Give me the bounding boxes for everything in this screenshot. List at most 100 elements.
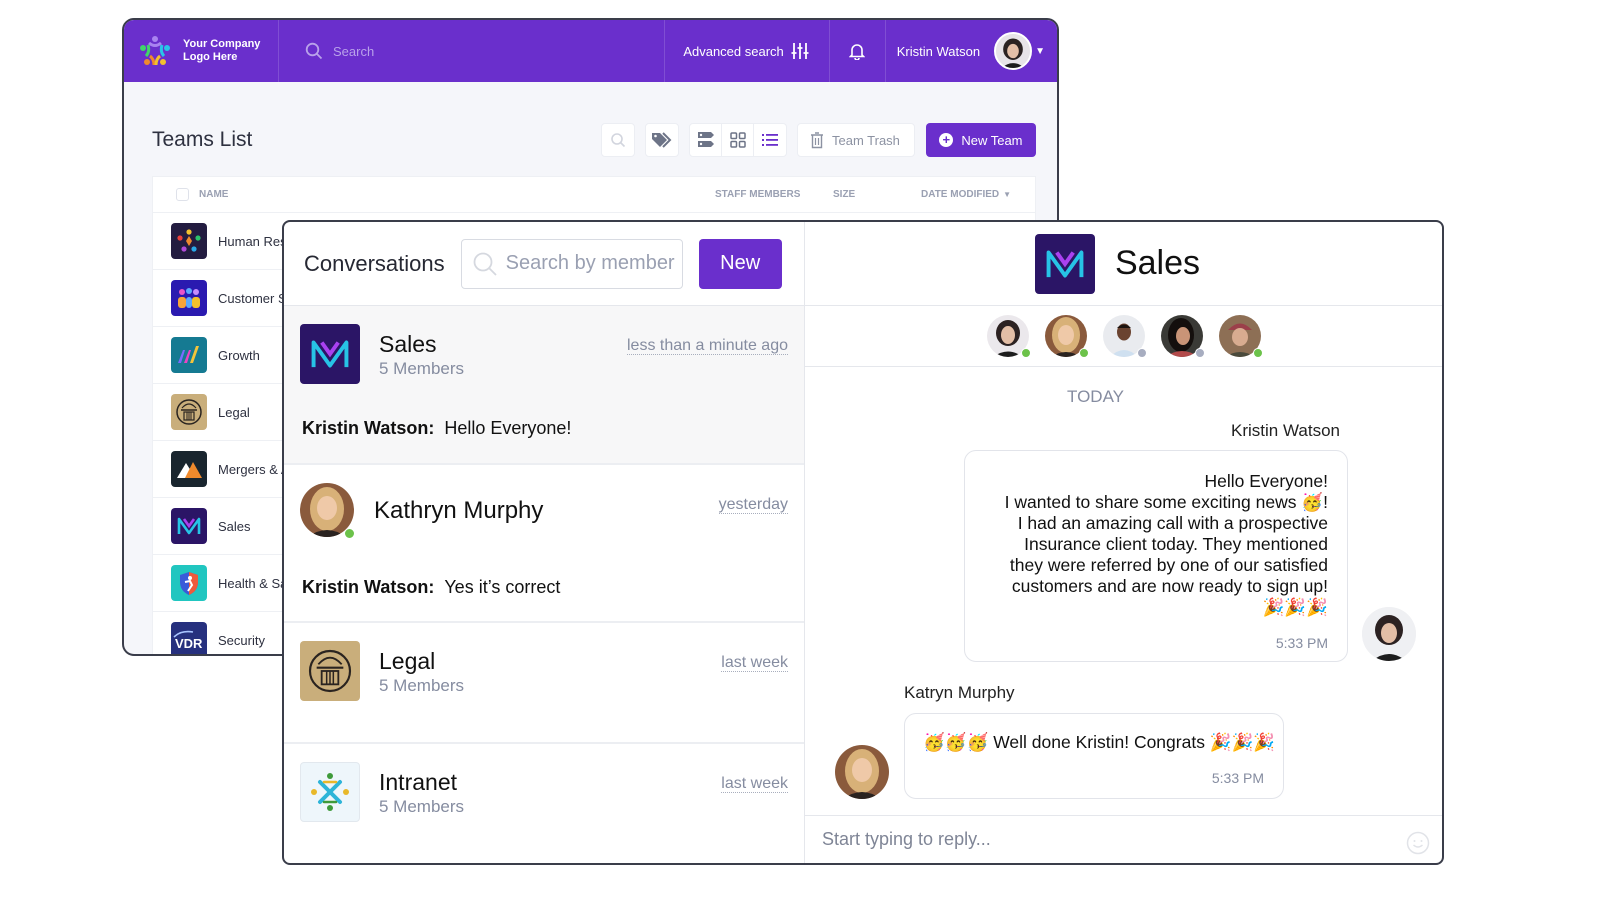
conversation-item-sales[interactable]: Sales 5 Members less than a minute ago K… — [284, 306, 804, 465]
message-sender: Kristin Watson — [1231, 421, 1340, 440]
sender-avatar — [1362, 607, 1416, 661]
svg-text:VDR: VDR — [175, 636, 203, 651]
select-all-checkbox[interactable] — [176, 188, 189, 201]
member-status-dot — [1078, 348, 1089, 358]
sales-m-logo-icon — [171, 508, 207, 544]
day-separator: TODAY — [1067, 387, 1124, 406]
grid-icon — [729, 132, 746, 148]
preview-author: Kristin Watson: — [302, 577, 435, 597]
team-name: Sales — [218, 518, 251, 534]
message-text: Hello Everyone! I wanted to share some e… — [1004, 471, 1328, 617]
tags-button[interactable] — [645, 123, 679, 157]
conversations-sidebar: Conversations New Sales 5 Members less t… — [284, 222, 805, 863]
conversation-timestamp: yesterday — [718, 496, 788, 514]
conversation-item-intranet[interactable]: Intranet 5 Members last week — [284, 744, 804, 863]
member-avatar[interactable] — [1102, 315, 1147, 358]
sales-m-logo-icon — [1034, 233, 1095, 294]
grid-view-button[interactable] — [722, 124, 754, 156]
company-logo[interactable]: Your Company Logo Here — [124, 20, 279, 82]
message-bubble-outgoing: Hello Everyone! I wanted to share some e… — [964, 450, 1348, 662]
member-avatar[interactable] — [1044, 315, 1089, 358]
conversation-item-kathryn-murphy[interactable]: Kathryn Murphy yesterday Kristin Watson:… — [284, 465, 804, 623]
shield-runner-logo-icon — [171, 565, 207, 601]
trash-icon — [811, 131, 823, 148]
team-name: Growth — [218, 347, 260, 363]
team-trash-label: Team Trash — [832, 132, 900, 148]
emoji-icon[interactable] — [1406, 831, 1430, 855]
member-search-box[interactable] — [460, 238, 683, 289]
people-star-logo-icon — [171, 223, 207, 259]
member-status-dot — [1020, 348, 1031, 358]
team-name: Customer S — [218, 290, 287, 306]
people-group-logo-icon — [171, 280, 207, 316]
user-avatar — [994, 32, 1033, 70]
conversation-member-count: 5 Members — [379, 797, 465, 816]
conversation-name: Intranet — [379, 769, 457, 795]
chat-title: Sales — [1114, 244, 1201, 282]
team-trash-button[interactable]: Team Trash — [797, 123, 915, 157]
user-menu[interactable]: Kristin Watson ▼ — [886, 20, 1057, 82]
view-mode-switcher — [689, 123, 787, 157]
member-avatar[interactable] — [1160, 315, 1205, 358]
sort-desc-icon: ▼ — [1003, 190, 1012, 199]
tag-view-button[interactable] — [690, 124, 722, 156]
conversation-name: Kathryn Murphy — [374, 497, 544, 524]
global-search-placeholder: Search — [333, 43, 375, 59]
sender-avatar — [835, 745, 889, 799]
message-sender: Katryn Murphy — [904, 683, 1015, 702]
chevron-down-icon: ▼ — [1035, 45, 1045, 57]
search-icon — [473, 252, 497, 276]
column-header-size[interactable]: SIZE — [833, 189, 855, 200]
message-time: 5:33 PM — [1275, 635, 1328, 651]
conversations-header: Conversations New — [284, 222, 804, 306]
conversations-window: Conversations New Sales 5 Members less t… — [282, 220, 1444, 865]
search-icon — [305, 42, 323, 60]
conversation-name: Legal — [379, 648, 436, 674]
intranet-logo-icon — [300, 762, 360, 822]
page-title: Teams List — [152, 128, 253, 151]
member-avatar[interactable] — [986, 315, 1031, 358]
sales-m-logo-icon — [300, 324, 360, 384]
conversation-member-count: 5 Members — [379, 676, 465, 695]
mountain-logo-icon — [171, 451, 207, 487]
growth-w-logo-icon — [171, 337, 207, 373]
conversation-member-count: 5 Members — [379, 359, 465, 378]
global-search[interactable]: Search — [279, 20, 664, 82]
team-name: Health & Sa — [218, 575, 288, 591]
preview-text: Yes it’s correct — [444, 577, 561, 597]
conversation-timestamp: last week — [721, 775, 788, 793]
vdr-logo-icon: VDR — [171, 622, 207, 654]
conversation-timestamp: last week — [721, 654, 788, 672]
chat-header: Sales — [805, 222, 1442, 306]
new-conversation-button[interactable]: New — [698, 238, 782, 289]
team-name: Human Res — [218, 233, 287, 249]
plus-circle-icon: + — [939, 133, 954, 147]
member-status-dot — [1136, 348, 1147, 358]
conversation-item-legal[interactable]: Legal 5 Members last week — [284, 623, 804, 744]
team-name: Legal — [218, 404, 250, 420]
preview-author: Kristin Watson: — [302, 418, 435, 438]
user-name: Kristin Watson — [896, 43, 981, 59]
message-text: 🥳🥳🥳 Well done Kristin! Congrats 🎉🎉🎉 — [923, 732, 1276, 752]
member-status-dot — [1194, 348, 1205, 358]
new-team-label: New Team — [961, 132, 1023, 148]
advanced-search-button[interactable]: Advanced search — [664, 20, 830, 82]
conversation-preview: Kristin Watson: Hello Everyone! — [302, 418, 571, 439]
new-team-button[interactable]: + New Team — [925, 123, 1036, 157]
teams-toolbar: Team Trash + New Team — [601, 123, 1036, 157]
column-header-staff-members[interactable]: STAFF MEMBERS — [715, 189, 800, 200]
reply-input[interactable] — [822, 829, 1406, 850]
column-header-date-modified-label: DATE MODIFIED — [921, 189, 1000, 200]
column-header-date-modified[interactable]: DATE MODIFIED ▼ — [921, 189, 1011, 200]
search-teams-button[interactable] — [601, 123, 635, 157]
member-search-input[interactable] — [505, 252, 676, 275]
conversation-name: Sales — [379, 331, 437, 357]
notifications-button[interactable] — [830, 20, 886, 82]
member-status-dot — [1252, 348, 1263, 358]
member-avatar[interactable] — [1218, 315, 1263, 358]
avatar — [300, 483, 355, 539]
reply-composer — [805, 815, 1442, 863]
column-header-name[interactable]: NAME — [199, 189, 228, 200]
online-status-dot — [344, 528, 355, 539]
list-view-button[interactable] — [754, 124, 786, 156]
